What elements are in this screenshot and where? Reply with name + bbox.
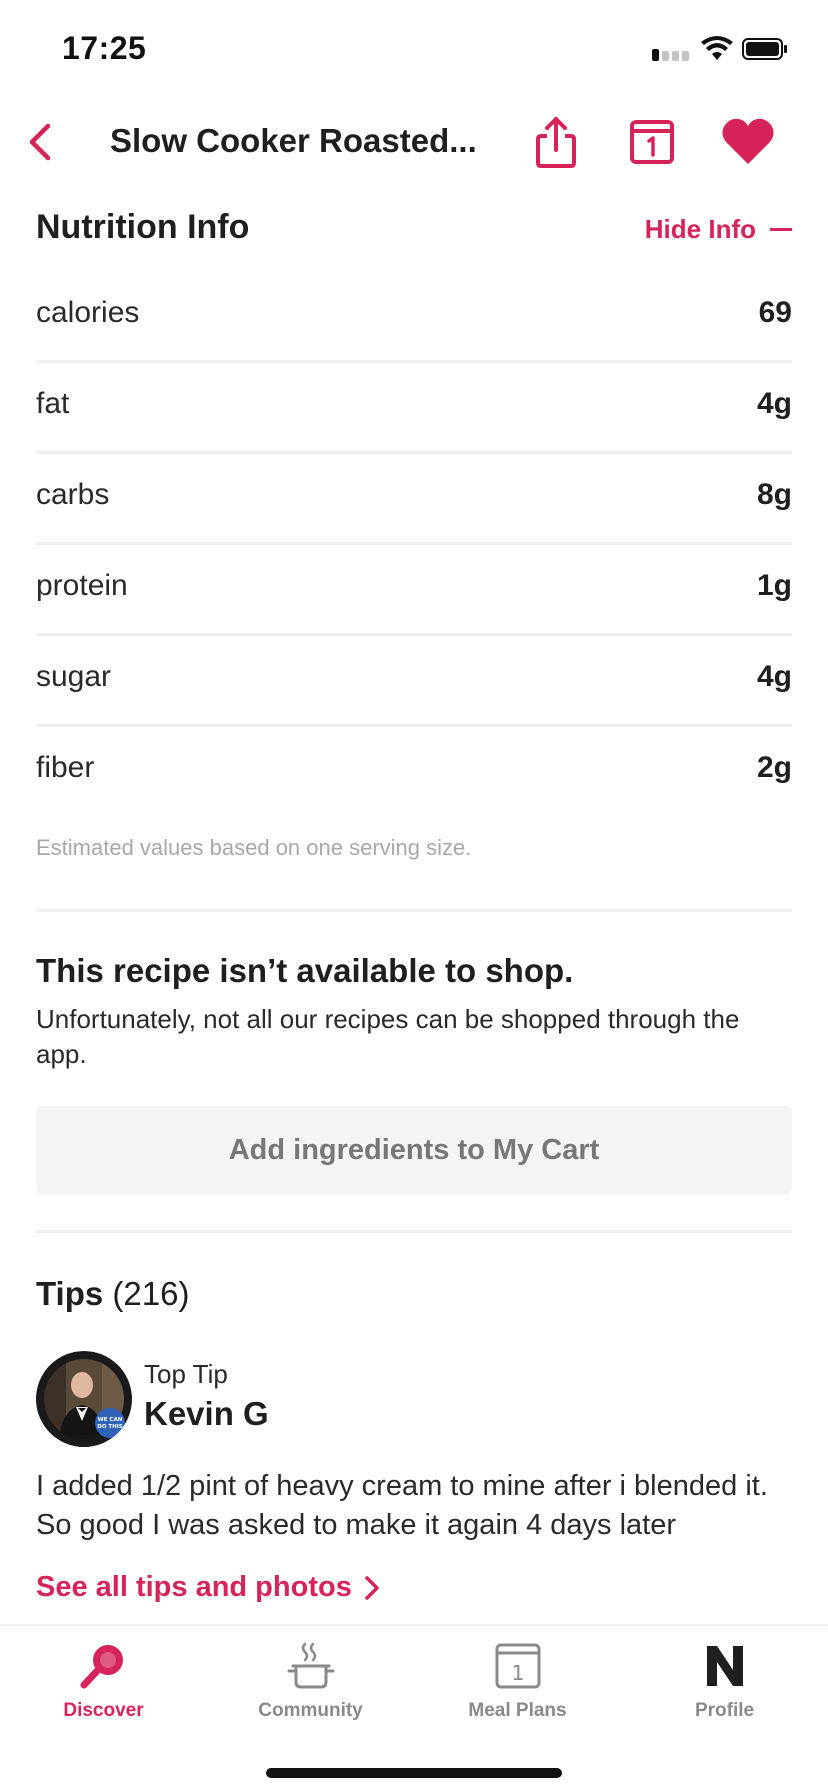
shop-unavailable-title: This recipe isn’t available to shop. <box>36 952 574 989</box>
see-all-tips-link[interactable]: See all tips and photos <box>36 1571 792 1604</box>
tab-discover[interactable]: Discover <box>0 1640 207 1740</box>
nutrition-label: calories <box>36 296 140 329</box>
tab-label: Meal Plans <box>468 1700 567 1721</box>
nutrition-row-calories: calories 69 <box>36 272 792 363</box>
tip-author-name[interactable]: Kevin G <box>144 1395 269 1433</box>
nutrition-row-fiber: fiber 2g <box>36 727 792 815</box>
tips-count: (216) <box>112 1275 190 1312</box>
nutrition-title: Nutrition Info <box>36 208 250 246</box>
see-all-tips-label: See all tips and photos <box>36 1571 352 1603</box>
tab-label: Community <box>258 1700 363 1721</box>
cellular-signal-icon <box>652 49 692 61</box>
share-icon[interactable] <box>532 114 580 170</box>
top-tip-badge: Top Tip <box>144 1359 228 1389</box>
tips-title: Tips <box>36 1275 104 1312</box>
back-chevron-icon[interactable] <box>20 118 60 166</box>
calendar-icon: 1 <box>495 1643 540 1689</box>
search-icon <box>80 1645 123 1689</box>
status-time: 17:25 <box>62 30 147 66</box>
nutrition-row-fat: fat 4g <box>36 363 792 454</box>
tips-heading: Tips (216) <box>36 1275 792 1313</box>
tab-bar: Discover Community 1 Meal Plans Profile <box>0 1624 828 1792</box>
recipe-content: Nutrition Info Hide Info calories 69 fat… <box>36 188 792 1604</box>
nutrition-row-sugar: sugar 4g <box>36 636 792 727</box>
hide-info-button[interactable]: Hide Info <box>645 214 792 245</box>
tip-text: I added 1/2 pint of heavy cream to mine … <box>36 1470 768 1541</box>
home-indicator <box>266 1768 562 1778</box>
svg-text:WE CAN: WE CAN <box>98 1417 123 1423</box>
nutrition-value: 2g <box>756 751 792 784</box>
shop-unavailable-description: Unfortunately, not all our recipes can b… <box>36 1004 740 1069</box>
minus-icon <box>770 228 792 231</box>
tip-author: WE CAN DO THIS Top Tip Kevin G <box>36 1351 792 1451</box>
recipe-title: Slow Cooker Roasted... <box>110 122 477 159</box>
tab-label: Profile <box>694 1700 755 1721</box>
nutrition-row-carbs: carbs 8g <box>36 454 792 545</box>
section-divider <box>36 1230 792 1233</box>
favorite-heart-icon[interactable] <box>720 114 776 168</box>
hide-info-label: Hide Info <box>644 214 756 244</box>
status-bar: 17:25 <box>0 0 828 96</box>
nutrition-value: 8g <box>756 478 792 511</box>
wifi-icon <box>701 36 733 60</box>
avatar[interactable]: WE CAN DO THIS <box>36 1351 132 1447</box>
tab-label: Discover <box>63 1700 144 1721</box>
nutrition-label: sugar <box>36 660 112 693</box>
profile-logo-icon <box>706 1646 743 1686</box>
tab-community[interactable]: Community <box>207 1640 414 1740</box>
nutrition-value: 1g <box>756 569 792 602</box>
navigation-bar: Slow Cooker Roasted... <box>0 96 828 188</box>
section-divider <box>36 909 792 912</box>
nutrition-value: 4g <box>756 387 792 420</box>
add-to-cart-button[interactable]: Add ingredients to My Cart <box>36 1106 792 1194</box>
nutrition-label: protein <box>36 569 128 602</box>
tab-profile[interactable]: Profile <box>621 1640 828 1740</box>
tab-meal-plans[interactable]: 1 Meal Plans <box>414 1640 621 1740</box>
nutrition-label: fiber <box>36 751 95 784</box>
recipe-page: 17:25 Slow Cooker Roasted... Nutrition I… <box>0 0 828 1792</box>
chevron-right-icon <box>365 1575 379 1600</box>
calendar-day: 1 <box>511 1661 524 1685</box>
nutrition-header: Nutrition Info Hide Info <box>36 188 792 272</box>
nutrition-row-protein: protein 1g <box>36 545 792 636</box>
nutrition-note: Estimated values based on one serving si… <box>36 835 472 860</box>
battery-icon <box>742 38 787 60</box>
nutrition-value: 4g <box>756 660 792 693</box>
add-to-meal-plan-icon[interactable] <box>628 116 676 166</box>
nutrition-label: carbs <box>36 478 110 511</box>
nutrition-label: fat <box>36 387 70 420</box>
nutrition-value: 69 <box>758 296 792 329</box>
pot-icon <box>287 1642 334 1689</box>
svg-text:DO THIS: DO THIS <box>97 1424 123 1430</box>
